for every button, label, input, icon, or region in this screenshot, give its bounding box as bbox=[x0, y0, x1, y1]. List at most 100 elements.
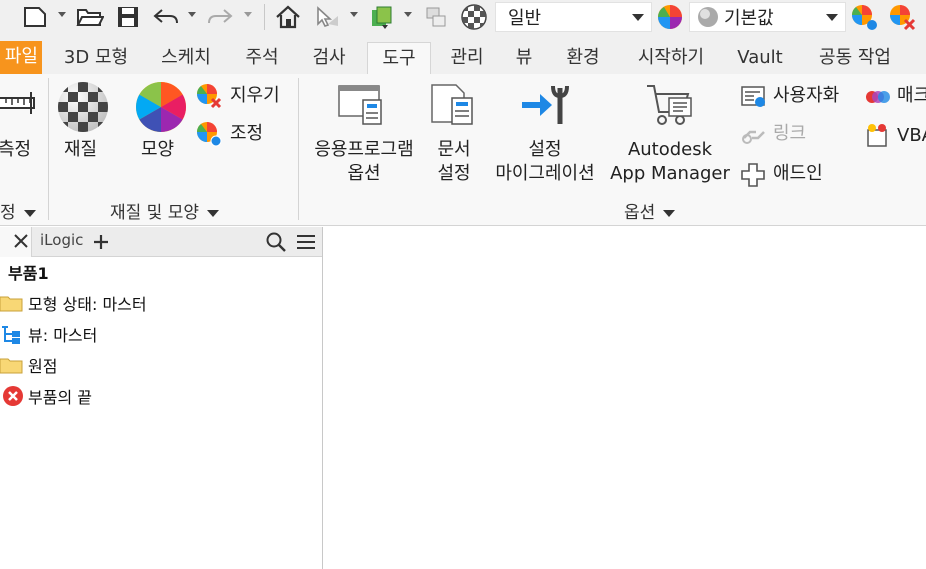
app-manager-label[interactable]: Autodesk App Manager bbox=[606, 138, 734, 186]
select-icon[interactable] bbox=[310, 3, 344, 31]
tab-tools[interactable]: 도구 bbox=[367, 42, 431, 74]
link-label: 링크 bbox=[773, 123, 807, 144]
adjust-appearance-icon[interactable] bbox=[848, 3, 880, 31]
document-settings-label[interactable]: 문서 설정 bbox=[428, 138, 480, 186]
migrate-settings-label[interactable]: 설정 마이그레이션 bbox=[488, 138, 602, 186]
chevron-down-icon bbox=[663, 209, 676, 217]
measure-label[interactable]: 측정 bbox=[0, 138, 31, 162]
customize-icon[interactable] bbox=[740, 84, 768, 114]
options-panel-title[interactable]: 옵션 bbox=[624, 198, 676, 223]
tab-environments[interactable]: 환경 bbox=[556, 42, 610, 74]
chevron-down-icon bbox=[23, 209, 36, 217]
model-browser: iLogic 부품1 모형 상태: 마스터 뷰: 마스터 원점 부품의 끝 bbox=[0, 227, 323, 569]
home-icon[interactable] bbox=[272, 3, 304, 31]
ipartmember-icon[interactable] bbox=[420, 3, 452, 31]
open-folder-icon[interactable] bbox=[74, 3, 106, 31]
material-style-combo[interactable]: 일반 bbox=[495, 2, 652, 32]
appearance-icon[interactable] bbox=[134, 80, 188, 138]
ribbon-panel-area: 측정 정 재질 모양 지우기 조정 재질 및 모양 응용프로그램 옵션 문서 설… bbox=[0, 74, 926, 226]
redo-icon[interactable] bbox=[204, 3, 236, 31]
sphere-icon bbox=[698, 7, 718, 27]
new-file-icon[interactable] bbox=[20, 3, 50, 31]
undo-icon[interactable] bbox=[150, 3, 182, 31]
clear-icon[interactable] bbox=[195, 82, 223, 114]
material-style-value: 일반 bbox=[508, 8, 542, 29]
clear-appearance-icon[interactable] bbox=[886, 3, 918, 31]
tree-item-label: 원점 bbox=[28, 357, 58, 376]
tree-item-view[interactable]: 뷰: 마스터 bbox=[0, 321, 97, 347]
end-of-part-icon bbox=[3, 386, 23, 406]
save-icon[interactable] bbox=[114, 3, 142, 31]
menu-icon[interactable] bbox=[294, 230, 318, 254]
appearance-combo[interactable]: 기본값 bbox=[689, 2, 846, 32]
add-ins-label[interactable]: 애드인 bbox=[773, 162, 823, 186]
close-icon[interactable] bbox=[8, 227, 36, 257]
tab-manage[interactable]: 관리 bbox=[441, 42, 493, 74]
material-checker-icon[interactable] bbox=[458, 3, 490, 31]
link-icon bbox=[740, 122, 768, 152]
folder-icon bbox=[0, 296, 23, 312]
tab-get-started[interactable]: 시작하기 bbox=[625, 42, 717, 74]
tab-collaborate[interactable]: 공동 작업 bbox=[805, 42, 905, 74]
tree-item-model-state[interactable]: 모형 상태: 마스터 bbox=[0, 290, 147, 316]
tree-item-label: 부품1 bbox=[8, 264, 49, 283]
undo-dropdown-icon[interactable] bbox=[188, 12, 196, 17]
panel-separator bbox=[48, 78, 49, 220]
select-dropdown-icon[interactable] bbox=[350, 12, 358, 17]
view-tree-icon bbox=[2, 326, 20, 344]
new-dropdown-icon[interactable] bbox=[58, 12, 66, 17]
appearance-label[interactable]: 모양 bbox=[141, 138, 174, 162]
adjust-label[interactable]: 조정 bbox=[230, 122, 263, 146]
tab-annotate[interactable]: 주석 bbox=[236, 42, 288, 74]
material-panel-title[interactable]: 재질 및 모양 bbox=[110, 198, 220, 223]
customize-label[interactable]: 사용자화 bbox=[773, 84, 839, 108]
quick-access-toolbar: 일반 기본값 bbox=[0, 0, 926, 36]
chevron-down-icon bbox=[632, 14, 644, 21]
appearance-value: 기본값 bbox=[724, 8, 774, 29]
add-tab-icon[interactable] bbox=[91, 232, 111, 252]
chevron-down-icon bbox=[826, 14, 838, 21]
vba-editor-icon[interactable] bbox=[864, 122, 892, 154]
update-icon[interactable] bbox=[366, 3, 398, 31]
ribbon-tab-bar: 파일 3D 모형 스케치 주석 검사 도구 관리 뷰 환경 시작하기 Vault… bbox=[0, 36, 926, 74]
tree-item-end-of-part[interactable]: 부품의 끝 bbox=[2, 383, 92, 409]
appearance-wheel-icon[interactable] bbox=[654, 3, 686, 31]
tab-model[interactable] bbox=[0, 227, 32, 257]
measure-icon[interactable] bbox=[0, 92, 36, 120]
tab-sketch[interactable]: 스케치 bbox=[150, 42, 222, 74]
tab-file[interactable]: 파일 bbox=[0, 41, 42, 74]
graphics-window[interactable] bbox=[324, 227, 926, 569]
add-ins-icon[interactable] bbox=[740, 162, 766, 192]
panel-separator bbox=[298, 78, 299, 220]
tab-view[interactable]: 뷰 bbox=[507, 42, 541, 74]
tree-item-origin[interactable]: 원점 bbox=[0, 352, 57, 378]
browser-header: iLogic bbox=[0, 227, 322, 257]
vba-editor-label[interactable]: VBA bbox=[897, 124, 926, 148]
tree-item-part[interactable]: 부품1 bbox=[4, 259, 49, 285]
toolbar-separator bbox=[264, 4, 265, 30]
app-manager-icon[interactable] bbox=[645, 82, 695, 132]
search-icon[interactable] bbox=[264, 230, 288, 254]
tab-vault[interactable]: Vault bbox=[730, 42, 790, 74]
tab-inspect[interactable]: 검사 bbox=[303, 42, 355, 74]
application-options-icon[interactable] bbox=[337, 82, 387, 132]
chevron-down-icon bbox=[207, 209, 220, 217]
migrate-settings-icon[interactable] bbox=[520, 82, 572, 132]
tree-item-label: 뷰: 마스터 bbox=[28, 326, 98, 345]
macros-icon[interactable] bbox=[864, 84, 892, 114]
adjust-icon[interactable] bbox=[195, 120, 223, 152]
measure-panel-title[interactable]: 정 bbox=[0, 198, 36, 223]
macros-label[interactable]: 매크 bbox=[897, 84, 926, 108]
tree-item-label: 부품의 끝 bbox=[28, 388, 92, 407]
clear-label[interactable]: 지우기 bbox=[230, 84, 280, 108]
material-icon[interactable] bbox=[56, 80, 110, 138]
document-settings-icon[interactable] bbox=[428, 82, 478, 132]
redo-dropdown-icon[interactable] bbox=[244, 12, 252, 17]
update-dropdown-icon[interactable] bbox=[404, 12, 412, 17]
material-label[interactable]: 재질 bbox=[64, 138, 97, 162]
tab-ilogic[interactable]: iLogic bbox=[40, 231, 83, 249]
tree-item-label: 모형 상태: 마스터 bbox=[28, 295, 147, 314]
folder-icon bbox=[0, 358, 23, 374]
tab-3d-model[interactable]: 3D 모형 bbox=[55, 42, 137, 74]
application-options-label[interactable]: 응용프로그램 옵션 bbox=[305, 138, 423, 186]
